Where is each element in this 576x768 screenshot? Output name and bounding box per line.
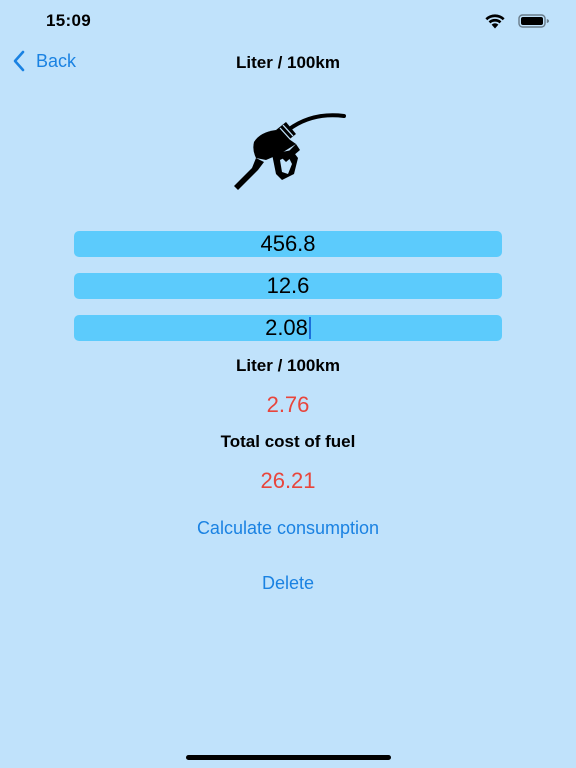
delete-button[interactable]: Delete (0, 573, 576, 594)
distance-input[interactable]: 456.8 (74, 231, 502, 257)
fuel-price-value: 2.08 (265, 315, 308, 340)
fuel-amount-input[interactable]: 12.6 (74, 273, 502, 299)
total-cost-value: 26.21 (260, 468, 316, 493)
home-indicator[interactable] (186, 755, 391, 760)
navigation-bar: Back Liter / 100km (0, 44, 576, 84)
calculate-consumption-button[interactable]: Calculate consumption (0, 518, 576, 539)
fuel-amount-value: 12.6 (266, 273, 310, 298)
consumption-value: 2.76 (266, 392, 310, 417)
fuel-price-input[interactable]: 2.08 (74, 315, 502, 341)
status-time: 15:09 (46, 11, 91, 30)
wifi-icon (485, 14, 505, 29)
distance-value: 456.8 (260, 231, 316, 256)
battery-icon (518, 14, 549, 28)
status-icons (484, 13, 550, 29)
fuel-nozzle-icon (234, 113, 346, 190)
status-bar: 15:09 (0, 0, 576, 44)
text-cursor (308, 317, 311, 339)
consumption-label: Liter / 100km (236, 356, 340, 375)
total-cost-label: Total cost of fuel (220, 432, 356, 451)
nav-title: Liter / 100km (236, 53, 340, 72)
